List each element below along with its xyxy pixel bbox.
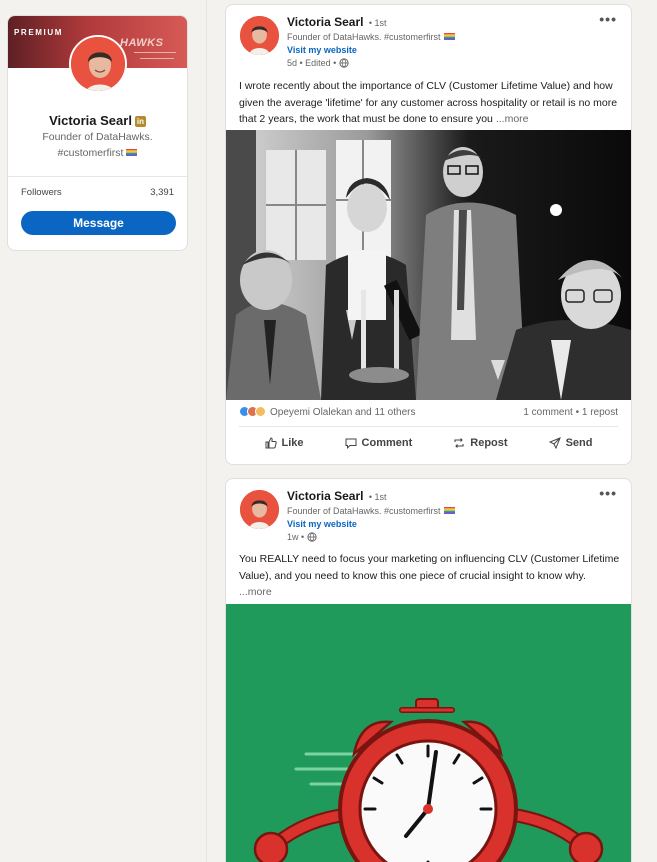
more-options-icon[interactable]: ••• — [599, 485, 617, 501]
profile-headline-line1: Founder of DataHawks. — [42, 131, 153, 143]
repost-label: Repost — [470, 437, 508, 449]
like-icon — [265, 437, 277, 449]
author-name[interactable]: Victoria Searl — [287, 15, 364, 29]
message-button[interactable]: Message — [21, 211, 176, 235]
profile-headline: Founder of DataHawks. #customerfirst — [8, 129, 187, 161]
profile-name-row: Victoria Searl in — [8, 112, 187, 130]
profile-headline-line2: #customerfirst — [57, 147, 124, 159]
post-text: You REALLY need to focus your marketing … — [239, 553, 620, 582]
premium-label: PREMIUM — [14, 28, 63, 37]
post-body: You REALLY need to focus your marketing … — [239, 551, 621, 601]
linkedin-badge-icon: in — [134, 116, 146, 127]
profile-card: PREMIUM HAWKS Victoria Searl in Founder o… — [7, 15, 188, 251]
banner-decoration — [134, 52, 176, 53]
post-text: I wrote recently about the importance of… — [239, 80, 618, 125]
post-meta: 5d • Edited • — [287, 58, 349, 68]
feed-border — [206, 0, 207, 862]
divider — [8, 176, 187, 177]
rainbow-flag-icon — [126, 149, 138, 156]
divider — [239, 426, 618, 427]
post-timestamp: 1w • — [287, 532, 305, 542]
globe-icon — [307, 532, 317, 542]
comment-button[interactable]: Comment — [345, 437, 413, 449]
connection-degree: • 1st — [368, 492, 387, 502]
comments-reposts-count[interactable]: 1 comment • 1 repost — [523, 407, 618, 418]
banner-decoration — [140, 58, 174, 59]
author-name-row: Victoria Searl • 1st — [287, 489, 387, 503]
comment-label: Comment — [361, 437, 413, 449]
visit-website-link[interactable]: Visit my website — [287, 45, 357, 55]
reactions-summary[interactable]: Opeyemi Olalekan and 11 others — [239, 406, 415, 418]
repost-icon — [454, 438, 464, 448]
post-image[interactable] — [226, 130, 631, 400]
author-headline-row: Founder of DataHawks. #customerfirst — [287, 506, 455, 516]
author-name[interactable]: Victoria Searl — [287, 489, 364, 503]
post-image[interactable] — [226, 604, 631, 862]
post-meta: 1w • — [287, 532, 317, 542]
more-options-icon[interactable]: ••• — [599, 11, 617, 27]
social-counts: Opeyemi Olalekan and 11 others 1 comment… — [239, 406, 618, 418]
feed-post: Victoria Searl • 1st Founder of DataHawk… — [225, 478, 632, 862]
send-button[interactable]: Send — [548, 437, 593, 449]
globe-icon — [339, 58, 349, 68]
post-header: Victoria Searl • 1st Founder of DataHawk… — [226, 5, 631, 75]
comment-icon — [345, 438, 357, 449]
profile-name[interactable]: Victoria Searl — [49, 113, 132, 128]
post-body: I wrote recently about the importance of… — [239, 78, 621, 128]
connection-degree: • 1st — [368, 18, 387, 28]
like-label: Like — [281, 437, 304, 449]
banner-brand-text: HAWKS — [120, 37, 164, 49]
reactions-text: Opeyemi Olalekan and 11 others — [270, 407, 416, 418]
post-timestamp: 5d • Edited • — [287, 58, 337, 68]
author-avatar[interactable] — [240, 16, 279, 55]
rainbow-flag-icon — [443, 33, 455, 40]
see-more-link[interactable]: ...more — [496, 113, 529, 125]
send-icon — [548, 437, 561, 449]
author-headline: Founder of DataHawks. #customerfirst — [287, 32, 441, 42]
reaction-icons — [239, 406, 266, 417]
author-headline: Founder of DataHawks. #customerfirst — [287, 506, 441, 516]
followers-row[interactable]: Followers 3,391 — [21, 187, 174, 198]
profile-avatar[interactable] — [69, 35, 127, 93]
author-name-row: Victoria Searl • 1st — [287, 15, 387, 29]
author-avatar[interactable] — [240, 490, 279, 529]
see-more-link[interactable]: ...more — [239, 586, 272, 598]
followers-label: Followers — [21, 187, 62, 198]
rainbow-flag-icon — [443, 507, 455, 514]
feed-post: Victoria Searl • 1st Founder of DataHawk… — [225, 4, 632, 465]
send-label: Send — [565, 437, 593, 449]
post-actions: Like Comment Repost Send — [226, 437, 631, 449]
followers-count: 3,391 — [150, 187, 174, 198]
author-headline-row: Founder of DataHawks. #customerfirst — [287, 32, 455, 42]
post-header: Victoria Searl • 1st Founder of DataHawk… — [226, 479, 631, 549]
repost-button[interactable]: Repost — [453, 437, 508, 449]
visit-website-link[interactable]: Visit my website — [287, 519, 357, 529]
like-button[interactable]: Like — [265, 437, 304, 449]
